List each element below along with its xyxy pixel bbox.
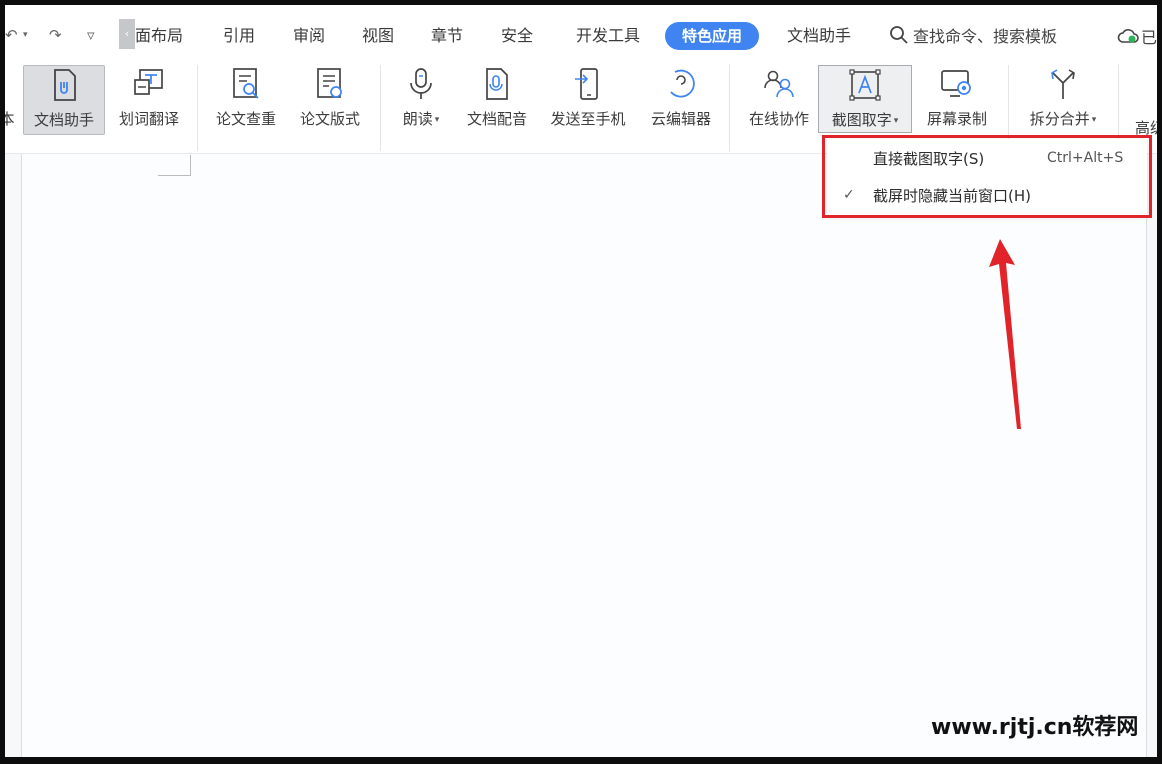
collapse-tabs-button[interactable]: ‹ (119, 19, 135, 49)
word-translate-label: 划词翻译 (118, 110, 179, 128)
ribbon-partial-left[interactable]: 本 (0, 65, 17, 131)
search-placeholder: 查找命令、搜索模板 (913, 27, 1058, 46)
paper-check-icon (226, 65, 266, 103)
cloud-review-button[interactable]: 云编辑器 (643, 65, 719, 131)
chevron-down-icon: ▾ (434, 114, 440, 125)
word-translate-button[interactable]: 划词翻译 (111, 65, 187, 131)
annotation-arrow (989, 239, 1021, 429)
screen-record-label: 屏幕录制 (926, 110, 987, 128)
ribbon-partial-right[interactable]: 高级 (1127, 65, 1157, 135)
customize-quick-access-icon[interactable]: ▿ (87, 24, 95, 46)
send-to-phone-button[interactable]: 发送至手机 (543, 65, 633, 131)
tab-view[interactable]: 视图 (362, 25, 394, 47)
undo-icon[interactable]: ↶ (5, 24, 18, 46)
tab-review[interactable]: 审阅 (293, 25, 325, 47)
search-icon (890, 26, 908, 44)
microphone-icon (401, 65, 441, 103)
redo-icon[interactable]: ↷ (49, 24, 62, 46)
app-window: ↶ ▾ ↷ ▿ ‹ 页面布局 引用 审阅 视图 章节 安全 开发工具 特色应用 … (0, 0, 1162, 764)
translate-icon (129, 65, 169, 103)
paper-check-button[interactable]: 论文查重 (208, 65, 284, 131)
doc-helper-label: 文档助手 (33, 111, 94, 129)
ribbon-partial-right-label: 高级 (1135, 119, 1157, 135)
highlight-box (822, 135, 1152, 218)
paper-format-label: 论文版式 (299, 110, 360, 128)
menu-bar: ↶ ▾ ↷ ▿ ‹ 页面布局 引用 审阅 视图 章节 安全 开发工具 特色应用 … (5, 5, 1157, 57)
split-merge-icon (1043, 65, 1083, 103)
cloud-editor-icon (661, 65, 701, 103)
tab-security[interactable]: 安全 (501, 25, 533, 47)
ribbon-separator (380, 65, 381, 151)
watermark: www.rjtj.cn软荐网 (931, 715, 1139, 740)
doc-dubbing-label: 文档配音 (466, 110, 527, 128)
screen-record-button[interactable]: 屏幕录制 (918, 65, 996, 131)
tab-developer[interactable]: 开发工具 (576, 25, 640, 47)
send-to-phone-label: 发送至手机 (550, 110, 626, 128)
ribbon-separator (197, 65, 198, 151)
split-merge-button[interactable]: 拆分合并 ▾ (1018, 65, 1108, 131)
paper-format-button[interactable]: 论文版式 (292, 65, 368, 131)
tab-references[interactable]: 引用 (223, 25, 255, 47)
screenshot-text-icon (845, 66, 885, 104)
tab-doc-helper[interactable]: 文档助手 (787, 25, 851, 47)
split-merge-label: 拆分合并 (1029, 110, 1090, 128)
command-search[interactable]: 查找命令、搜索模板 (889, 23, 1057, 47)
doc-helper-icon (44, 66, 84, 104)
doc-dubbing-button[interactable]: 文档配音 (459, 65, 535, 131)
doc-dubbing-icon (477, 65, 517, 103)
paper-check-label: 论文查重 (215, 110, 276, 128)
paper-format-icon (310, 65, 350, 103)
online-collab-button[interactable]: 在线协作 (739, 65, 819, 131)
sync-status[interactable]: 已 (1117, 24, 1157, 48)
phone-icon (568, 65, 608, 103)
collaboration-icon (759, 65, 799, 103)
read-aloud-label: 朗读 (402, 110, 433, 128)
undo-dropdown-icon[interactable]: ▾ (23, 24, 28, 46)
cloud-sync-icon (1117, 29, 1139, 43)
ribbon-separator (729, 65, 730, 151)
page-margin-marker (158, 155, 191, 176)
tab-section[interactable]: 章节 (431, 25, 463, 47)
chevron-down-icon: ▾ (1091, 114, 1097, 125)
online-collab-label: 在线协作 (748, 110, 809, 128)
doc-helper-button[interactable]: 文档助手 (23, 65, 105, 135)
tab-featured-apps[interactable]: 特色应用 (665, 22, 759, 50)
cloud-review-label: 云编辑器 (650, 110, 711, 128)
screenshot-ocr-label: 截图取字 (831, 111, 892, 129)
tab-page-layout[interactable]: 页面布局 (135, 25, 183, 47)
read-aloud-button[interactable]: 朗读 ▾ (391, 65, 451, 131)
screen-record-icon (937, 65, 977, 103)
ribbon-partial-left-label: 本 (0, 110, 15, 128)
chevron-down-icon: ▾ (893, 115, 899, 126)
tab-page-layout-clip: 页面布局 (135, 21, 193, 51)
sync-label: 已 (1141, 28, 1158, 47)
screenshot-ocr-button[interactable]: 截图取字 ▾ (818, 65, 912, 133)
